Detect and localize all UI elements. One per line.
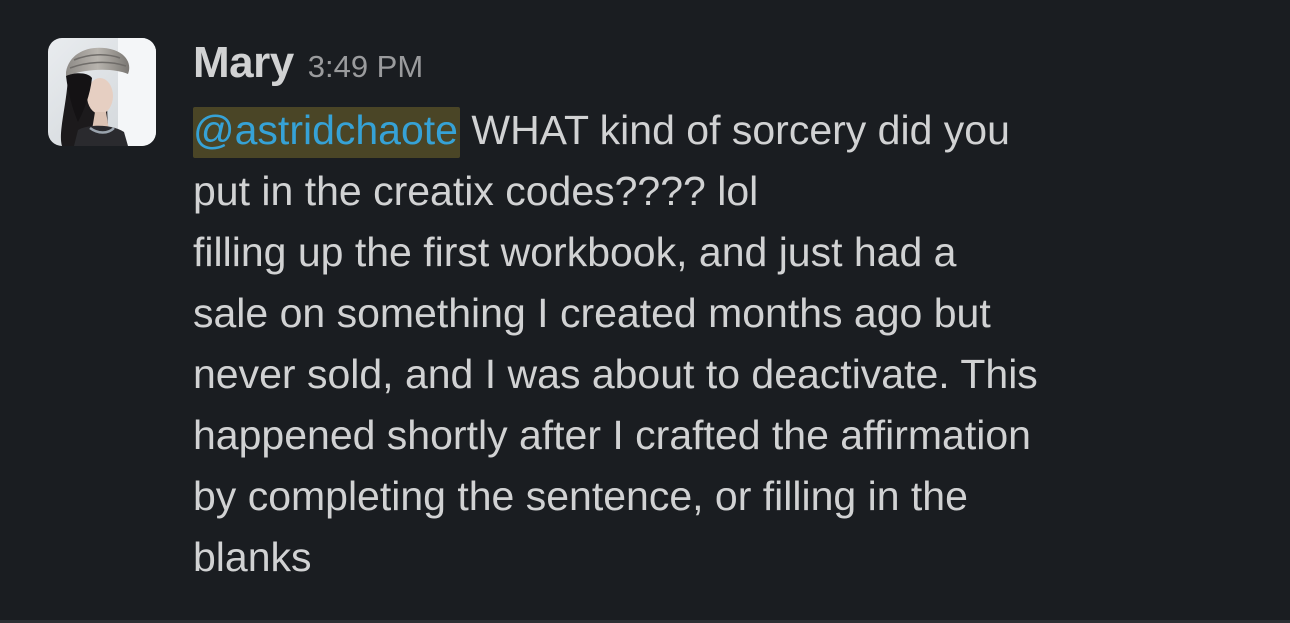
message-line: blanks [193,534,312,580]
user-photo-avatar-icon [48,38,156,146]
message-timestamp[interactable]: 3:49 PM [308,49,423,85]
user-mention[interactable]: @astridchaote [193,107,460,158]
chat-message: Mary 3:49 PM @astridchaote WHAT kind of … [0,0,1290,623]
message-line: put in the creatix codes???? lol [193,168,759,214]
avatar[interactable] [48,38,156,146]
message-line: filling up the first workbook, and just … [193,229,957,275]
message-line: by completing the sentence, or filling i… [193,473,968,519]
message-header: Mary 3:49 PM [193,38,423,100]
message-line: happened shortly after I crafted the aff… [193,412,1031,458]
message-body: @astridchaote WHAT kind of sorcery did y… [193,100,1273,588]
message-line: sale on something I created months ago b… [193,290,991,336]
message-line: @astridchaote WHAT kind of sorcery did y… [193,100,1273,161]
message-line: never sold, and I was about to deactivat… [193,351,1038,397]
message-line-text: WHAT kind of sorcery did you [459,107,1010,153]
author-name[interactable]: Mary [193,38,294,88]
